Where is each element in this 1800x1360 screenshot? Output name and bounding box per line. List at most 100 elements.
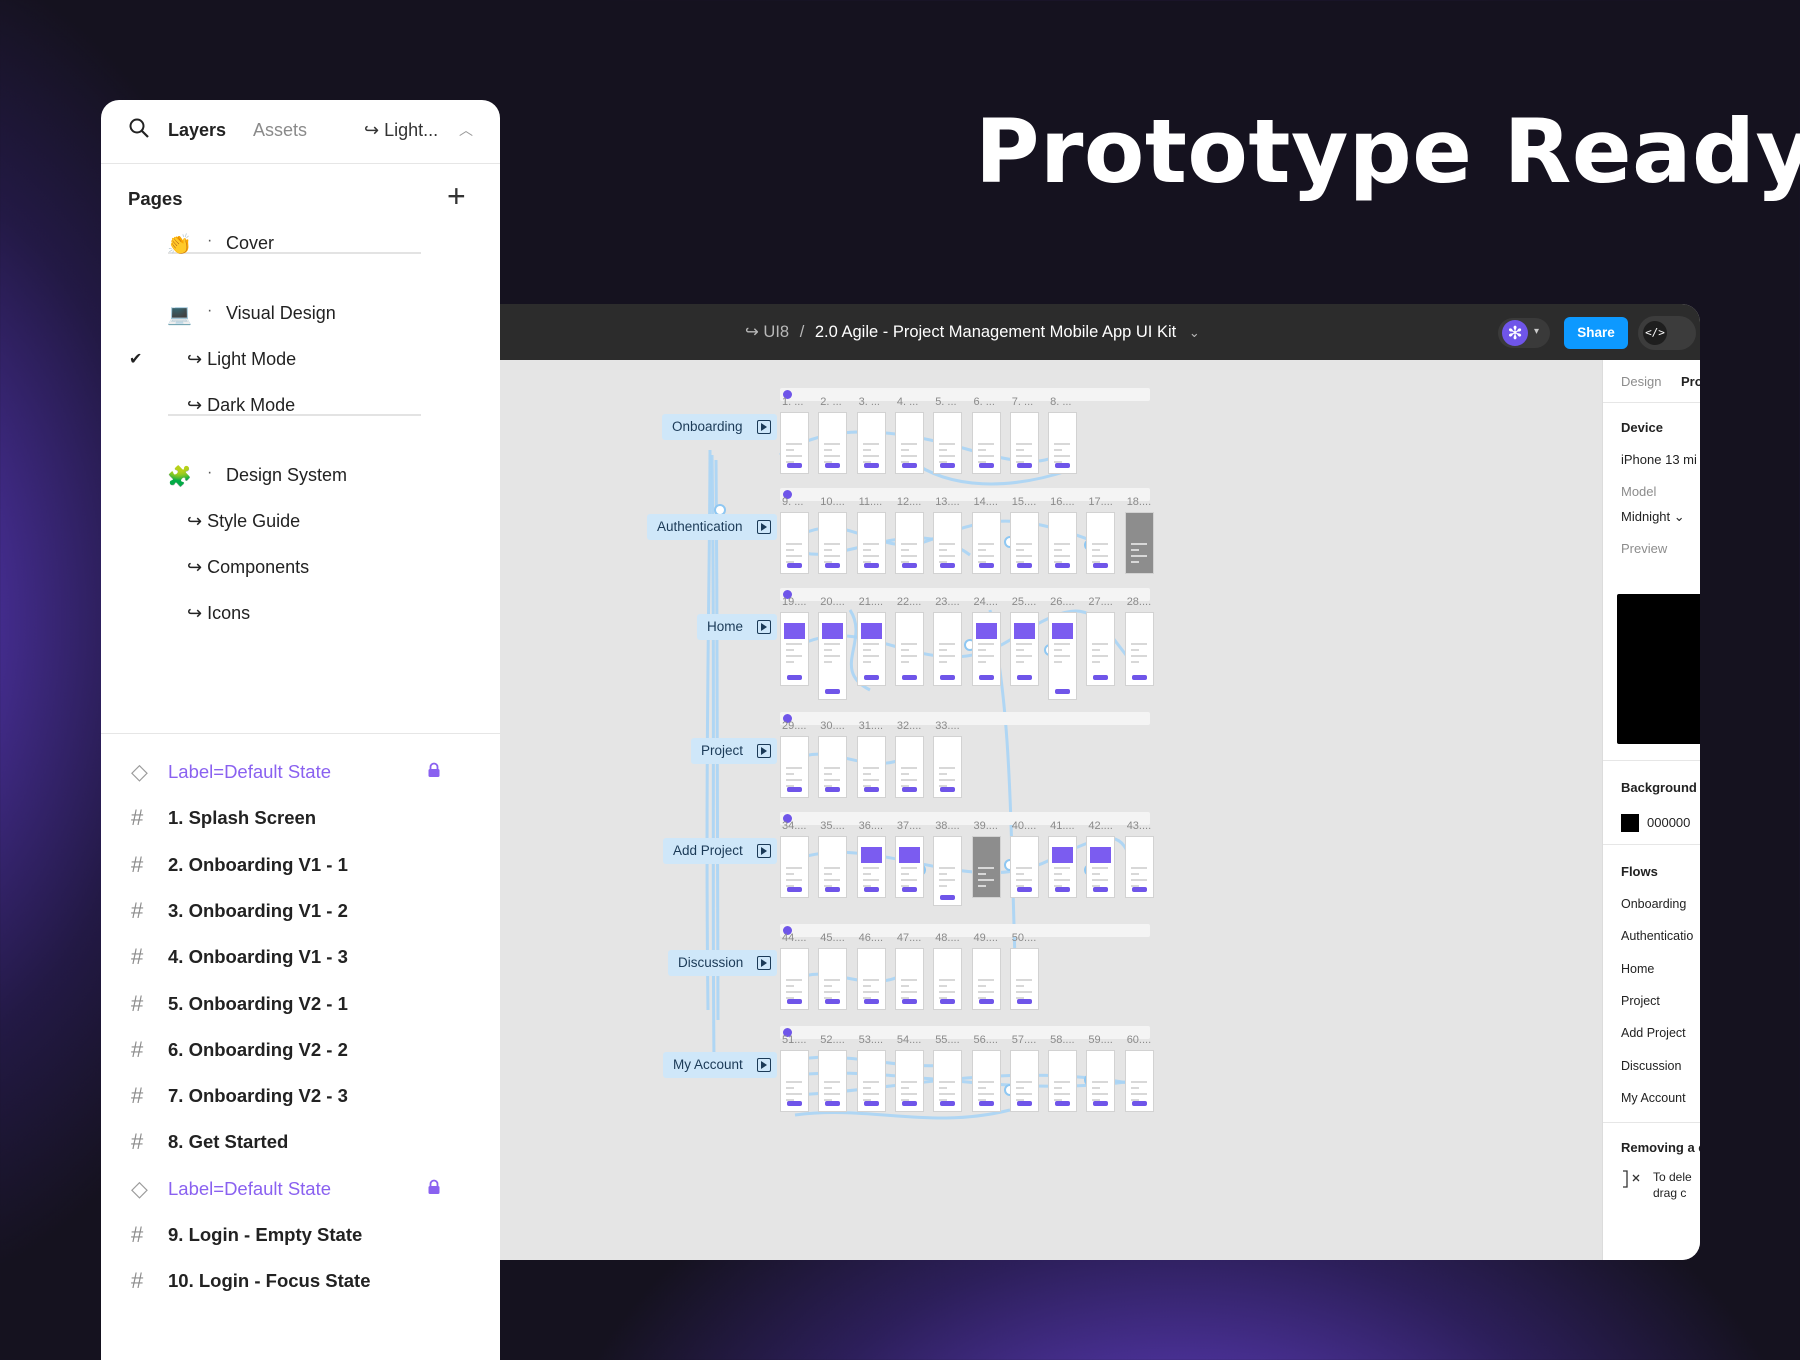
prototype-frame[interactable] [856,948,886,1010]
page-item[interactable]: 🧩 · Design System [101,458,500,498]
prototype-frame[interactable] [780,412,809,474]
prototype-frame[interactable] [1124,836,1154,898]
dev-mode-toggle[interactable]: </> [1638,316,1696,350]
prototype-frame[interactable] [894,736,924,798]
prototype-frame[interactable] [780,836,809,898]
connection-line[interactable] [794,968,911,984]
prototype-frame[interactable] [856,512,886,574]
frame-layer[interactable]: #1. Splash Screen [101,798,500,842]
flow-item[interactable]: My Account [1621,1091,1686,1105]
device-select[interactable]: iPhone 13 mi [1621,452,1697,467]
frame-layer[interactable]: #4. Onboarding V1 - 3 [101,937,500,981]
flow-start-label[interactable]: Add Project [663,838,777,864]
prototype-frame[interactable] [1086,612,1116,686]
play-flow-icon[interactable] [756,420,771,434]
prototype-frame[interactable] [780,948,809,1010]
play-flow-icon[interactable] [756,844,771,858]
prototype-frame[interactable] [1009,1050,1039,1112]
flow-item[interactable]: Discussion [1621,1059,1681,1073]
prototype-frame[interactable] [780,612,809,686]
prototype-frame[interactable] [971,836,1001,898]
prototype-frame[interactable] [894,612,924,686]
flow-item[interactable]: Add Project [1621,1026,1686,1040]
prototype-frame[interactable] [933,836,963,906]
share-button[interactable]: Share [1564,317,1628,349]
prototype-tab[interactable]: Pro [1681,374,1700,389]
prototype-frame[interactable] [1009,412,1039,474]
prototype-frame[interactable] [933,512,963,574]
prototype-frame[interactable] [1048,512,1078,574]
frame-layer[interactable]: #2. Onboarding V1 - 1 [101,845,500,889]
page-item[interactable]: ↪ Icons [101,596,500,636]
page-item[interactable]: 👏 · Cover [101,226,500,266]
multiplayer-menu[interactable]: ✻ ▾ [1498,318,1550,348]
component-layer[interactable]: ◇ Label=Default State [101,752,500,796]
frame-layer[interactable]: #3. Onboarding V1 - 2 [101,891,500,935]
prototype-frame[interactable] [856,836,886,898]
lock-icon[interactable] [427,762,441,778]
play-flow-icon[interactable] [756,520,771,534]
prototype-frame[interactable] [894,1050,924,1112]
frame-layer[interactable]: #9. Login - Empty State [101,1215,500,1259]
flow-start-label[interactable]: Home [697,614,778,640]
prototype-frame[interactable] [894,948,924,1010]
prototype-frame[interactable] [971,412,1001,474]
prototype-frame[interactable] [933,612,963,686]
prototype-frame[interactable] [971,1050,1001,1112]
prototype-frame[interactable] [1009,612,1039,686]
prototype-frame[interactable] [818,1050,848,1112]
tab-layers[interactable]: Layers [168,120,226,141]
prototype-frame[interactable] [780,512,809,574]
background-hex-input[interactable]: 000000 [1647,815,1690,830]
prototype-frame[interactable] [818,612,848,700]
page-selector[interactable]: ↪ Light... [364,120,438,141]
page-item[interactable]: ✔ ↪ Light Mode [101,342,500,382]
prototype-frame[interactable] [1009,836,1039,898]
component-layer[interactable]: ◇ Label=Default State [101,1169,500,1213]
play-flow-icon[interactable] [757,620,772,634]
frame-layer[interactable]: #10. Login - Focus State [101,1261,500,1305]
prototype-frame[interactable] [1048,1050,1078,1112]
prototype-frame[interactable] [933,1050,963,1112]
connection-line[interactable] [794,752,911,765]
page-item[interactable]: ↪ Components [101,550,500,590]
page-item[interactable]: ↪ Style Guide [101,504,500,544]
prototype-frame[interactable] [971,948,1001,1010]
prototype-frame[interactable] [894,512,924,574]
prototype-frame[interactable] [856,612,886,686]
chevron-down-icon[interactable]: ⌄ [1189,325,1200,340]
prototype-frame[interactable] [894,836,924,898]
page-item[interactable]: ↪ Dark Mode [101,388,500,428]
prototype-frame[interactable] [1124,512,1154,574]
frame-layer[interactable]: #8. Get Started [101,1122,500,1166]
prototype-frame[interactable] [818,412,848,474]
prototype-frame[interactable] [1086,1050,1116,1112]
prototype-canvas[interactable]: Onboarding 1. ... 2. ... 3. ... 4. ... 5. ...… [450,360,1602,1260]
prototype-frame[interactable] [818,836,848,898]
frame-layer[interactable]: #5. Onboarding V2 - 1 [101,984,500,1028]
play-flow-icon[interactable] [757,744,772,758]
prototype-frame[interactable] [894,412,924,474]
tab-assets[interactable]: Assets [253,120,307,141]
prototype-frame[interactable] [818,512,848,574]
flow-start-label[interactable]: Discussion [668,950,778,976]
flow-item[interactable]: Project [1621,994,1660,1008]
connection-line[interactable] [799,609,1132,661]
play-flow-icon[interactable] [757,956,772,970]
search-icon[interactable] [128,117,150,139]
model-select[interactable]: Midnight ⌄ [1621,509,1685,525]
prototype-frame[interactable] [856,1050,886,1112]
add-page-icon[interactable]: + [447,178,466,215]
prototype-frame[interactable] [933,412,963,474]
flow-item[interactable]: Home [1621,962,1654,976]
play-flow-icon[interactable] [756,1058,771,1072]
prototype-frame[interactable] [780,736,809,798]
flow-start-label[interactable]: My Account [663,1052,777,1078]
prototype-frame[interactable] [856,736,886,798]
prototype-frame[interactable] [1086,836,1116,898]
prototype-frame[interactable] [1124,612,1154,686]
frame-layer[interactable]: #6. Onboarding V2 - 2 [101,1030,500,1074]
lock-icon[interactable] [427,1179,441,1195]
background-swatch[interactable] [1621,814,1639,832]
prototype-frame[interactable] [856,412,886,474]
